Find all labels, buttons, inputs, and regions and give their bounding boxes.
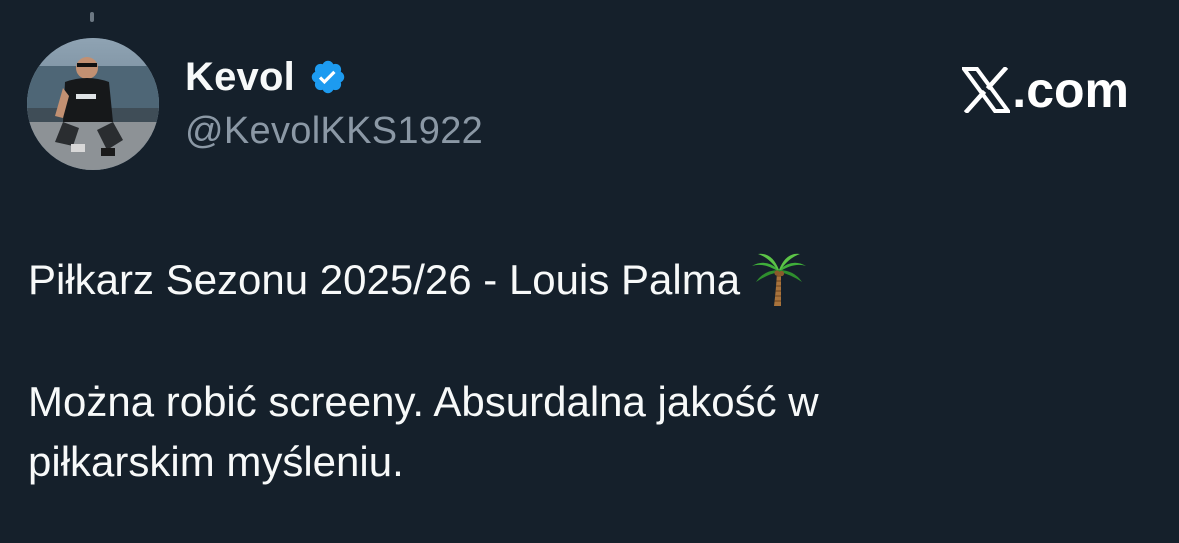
avatar[interactable] — [27, 38, 159, 170]
x-com-text: .com — [1012, 62, 1129, 118]
divider-mark — [90, 12, 94, 22]
tweet-line-1-text: Piłkarz Sezonu 2025/26 - Louis Palma — [28, 256, 741, 303]
display-name[interactable]: Kevol — [185, 52, 295, 102]
tweet-line-1: Piłkarz Sezonu 2025/26 - Louis Palma — [28, 250, 1138, 310]
x-com-branding: .com — [960, 62, 1129, 118]
author-name-row: Kevol — [185, 52, 347, 102]
avatar-photo — [27, 38, 159, 170]
verified-badge-icon — [309, 58, 347, 96]
tweet-card: Kevol @KevolKKS1922 .com Piłkarz Sezonu … — [0, 0, 1179, 543]
palm-tree-icon — [750, 250, 808, 308]
tweet-line-3: piłkarskim myśleniu. — [28, 438, 404, 485]
author-handle[interactable]: @KevolKKS1922 — [185, 107, 483, 155]
tweet-line-2: Można robić screeny. Absurdalna jakość w — [28, 378, 819, 425]
x-logo-icon — [960, 65, 1013, 115]
tweet-text: Piłkarz Sezonu 2025/26 - Louis Palma Moż… — [28, 250, 1138, 492]
